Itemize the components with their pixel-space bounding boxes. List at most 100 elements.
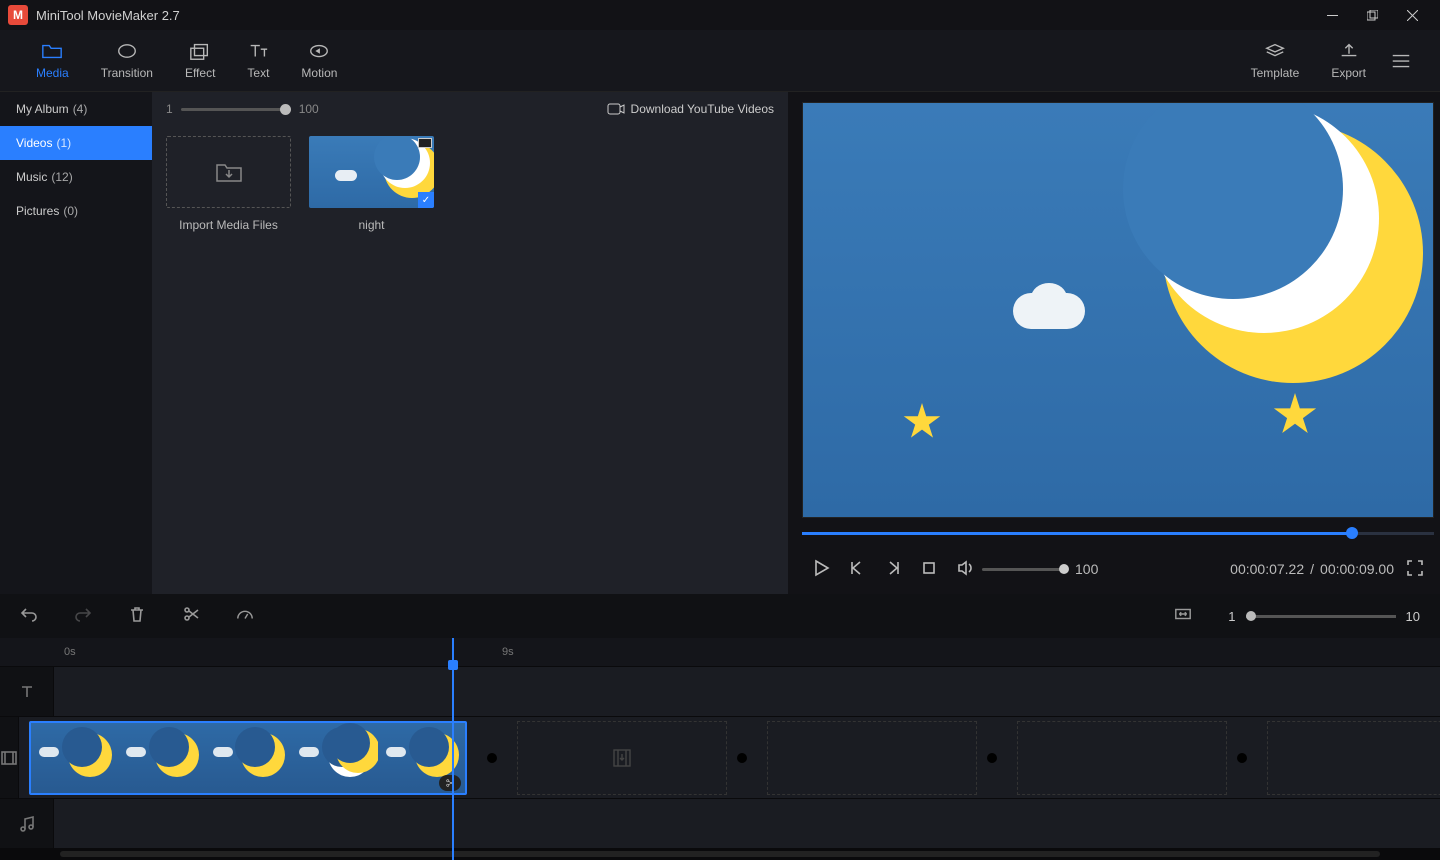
media-clip-night[interactable]: ✓ night [309, 136, 434, 232]
export-icon [1338, 42, 1360, 60]
sidebar-item-pictures[interactable]: Pictures (0) [0, 194, 152, 228]
video-track-icon [0, 749, 18, 767]
motion-icon [308, 42, 330, 60]
app-logo: M [8, 5, 28, 25]
time-current: 00:00:07.22 [1230, 561, 1304, 577]
import-media-card[interactable]: Import Media Files [166, 136, 291, 232]
prev-frame-icon [848, 559, 866, 577]
speed-icon [236, 605, 254, 623]
download-youtube-label: Download YouTube Videos [631, 102, 774, 116]
export-button[interactable]: Export [1315, 36, 1382, 86]
template-icon [1264, 42, 1286, 60]
audio-track-body[interactable] [54, 799, 1440, 848]
text-icon [247, 42, 269, 60]
text-track [0, 666, 1440, 716]
next-frame-button[interactable] [884, 559, 902, 580]
transition-slot[interactable] [727, 743, 757, 773]
empty-clip-slot[interactable] [1267, 721, 1440, 795]
tab-text[interactable]: Text [231, 36, 285, 86]
scissors-icon [444, 778, 456, 788]
tl-zoom-max: 10 [1406, 609, 1420, 624]
sidebar-item-music[interactable]: Music (12) [0, 160, 152, 194]
menu-icon [1390, 52, 1412, 70]
text-track-icon [18, 683, 36, 701]
video-clip-night[interactable] [29, 721, 467, 795]
empty-clip-slot[interactable] [517, 721, 727, 795]
tab-transition[interactable]: Transition [85, 36, 169, 86]
play-icon [812, 559, 830, 577]
thumb-zoom-slider[interactable]: 1 100 [166, 102, 319, 116]
link-icon [727, 743, 757, 773]
timeline-scrollbar[interactable] [0, 848, 1440, 860]
link-icon [1227, 743, 1257, 773]
video-track-body[interactable] [19, 717, 1440, 798]
clip-split-handle[interactable] [439, 775, 461, 791]
volume-button[interactable] [956, 559, 974, 580]
preview-canvas[interactable] [802, 102, 1434, 518]
split-button[interactable] [182, 605, 200, 628]
fit-timeline-button[interactable] [1174, 605, 1192, 628]
minimize-button[interactable] [1312, 0, 1352, 30]
film-download-icon [611, 747, 633, 769]
tab-transition-label: Transition [101, 66, 153, 80]
sidebar-item-videos[interactable]: Videos (1) [0, 126, 152, 160]
fullscreen-icon [1406, 559, 1424, 577]
stop-button[interactable] [920, 559, 938, 580]
transition-slot[interactable] [477, 743, 507, 773]
timeline: 0s 9s [0, 638, 1440, 860]
timeline-zoom: 1 10 [1228, 609, 1420, 624]
preview-panel: 100 00:00:07.22/00:00:09.00 [788, 92, 1440, 594]
app-title: MiniTool MovieMaker 2.7 [36, 8, 1312, 23]
speed-button[interactable] [236, 605, 254, 628]
sidebar-item-label: Videos [16, 136, 52, 150]
audio-track [0, 798, 1440, 848]
template-label: Template [1251, 66, 1300, 80]
tab-effect[interactable]: Effect [169, 36, 231, 86]
media-panel: 1 100 Download YouTube Videos Import Med… [152, 92, 788, 594]
hamburger-menu[interactable] [1382, 46, 1420, 76]
titlebar: M MiniTool MovieMaker 2.7 [0, 0, 1440, 30]
sidebar-item-count: (1) [56, 136, 71, 150]
transition-slot[interactable] [1227, 743, 1257, 773]
volume-value: 100 [1075, 561, 1098, 577]
prev-frame-button[interactable] [848, 559, 866, 580]
play-button[interactable] [812, 559, 830, 580]
tl-zoom-min: 1 [1228, 609, 1235, 624]
tab-motion[interactable]: Motion [285, 36, 353, 86]
preview-controls: 100 00:00:07.22/00:00:09.00 [802, 544, 1434, 594]
download-youtube-link[interactable]: Download YouTube Videos [607, 102, 774, 116]
playhead[interactable] [452, 638, 454, 860]
import-media-label: Import Media Files [179, 218, 278, 232]
empty-clip-slot[interactable] [767, 721, 977, 795]
sidebar: My Album (4) Videos (1) Music (12) Pictu… [0, 92, 152, 594]
fit-icon [1174, 605, 1192, 623]
sidebar-item-label: Pictures [16, 204, 59, 218]
scissors-icon [182, 605, 200, 623]
sidebar-item-count: (4) [73, 102, 88, 116]
video-track [0, 716, 1440, 798]
preview-scrubber[interactable] [802, 524, 1434, 544]
timeline-ruler[interactable]: 0s 9s [0, 638, 1440, 666]
sidebar-item-myalbum[interactable]: My Album (4) [0, 92, 152, 126]
maximize-button[interactable] [1352, 0, 1392, 30]
media-top-bar: 1 100 Download YouTube Videos [152, 92, 788, 126]
timeline-zoom-slider[interactable] [1246, 615, 1396, 618]
volume-slider[interactable] [982, 568, 1067, 571]
trash-icon [128, 605, 146, 623]
empty-clip-slot[interactable] [1017, 721, 1227, 795]
redo-icon [74, 605, 92, 623]
redo-button[interactable] [74, 605, 92, 628]
transition-slot[interactable] [977, 743, 1007, 773]
delete-button[interactable] [128, 605, 146, 628]
tab-effect-label: Effect [185, 66, 215, 80]
stop-icon [920, 559, 938, 577]
tab-motion-label: Motion [301, 66, 337, 80]
undo-button[interactable] [20, 605, 38, 628]
ruler-mark-9: 9s [502, 646, 514, 658]
tab-media[interactable]: Media [20, 36, 85, 86]
fullscreen-button[interactable] [1406, 559, 1424, 580]
sidebar-item-label: Music [16, 170, 47, 184]
text-track-body[interactable] [54, 667, 1440, 716]
template-button[interactable]: Template [1235, 36, 1316, 86]
close-button[interactable] [1392, 0, 1432, 30]
